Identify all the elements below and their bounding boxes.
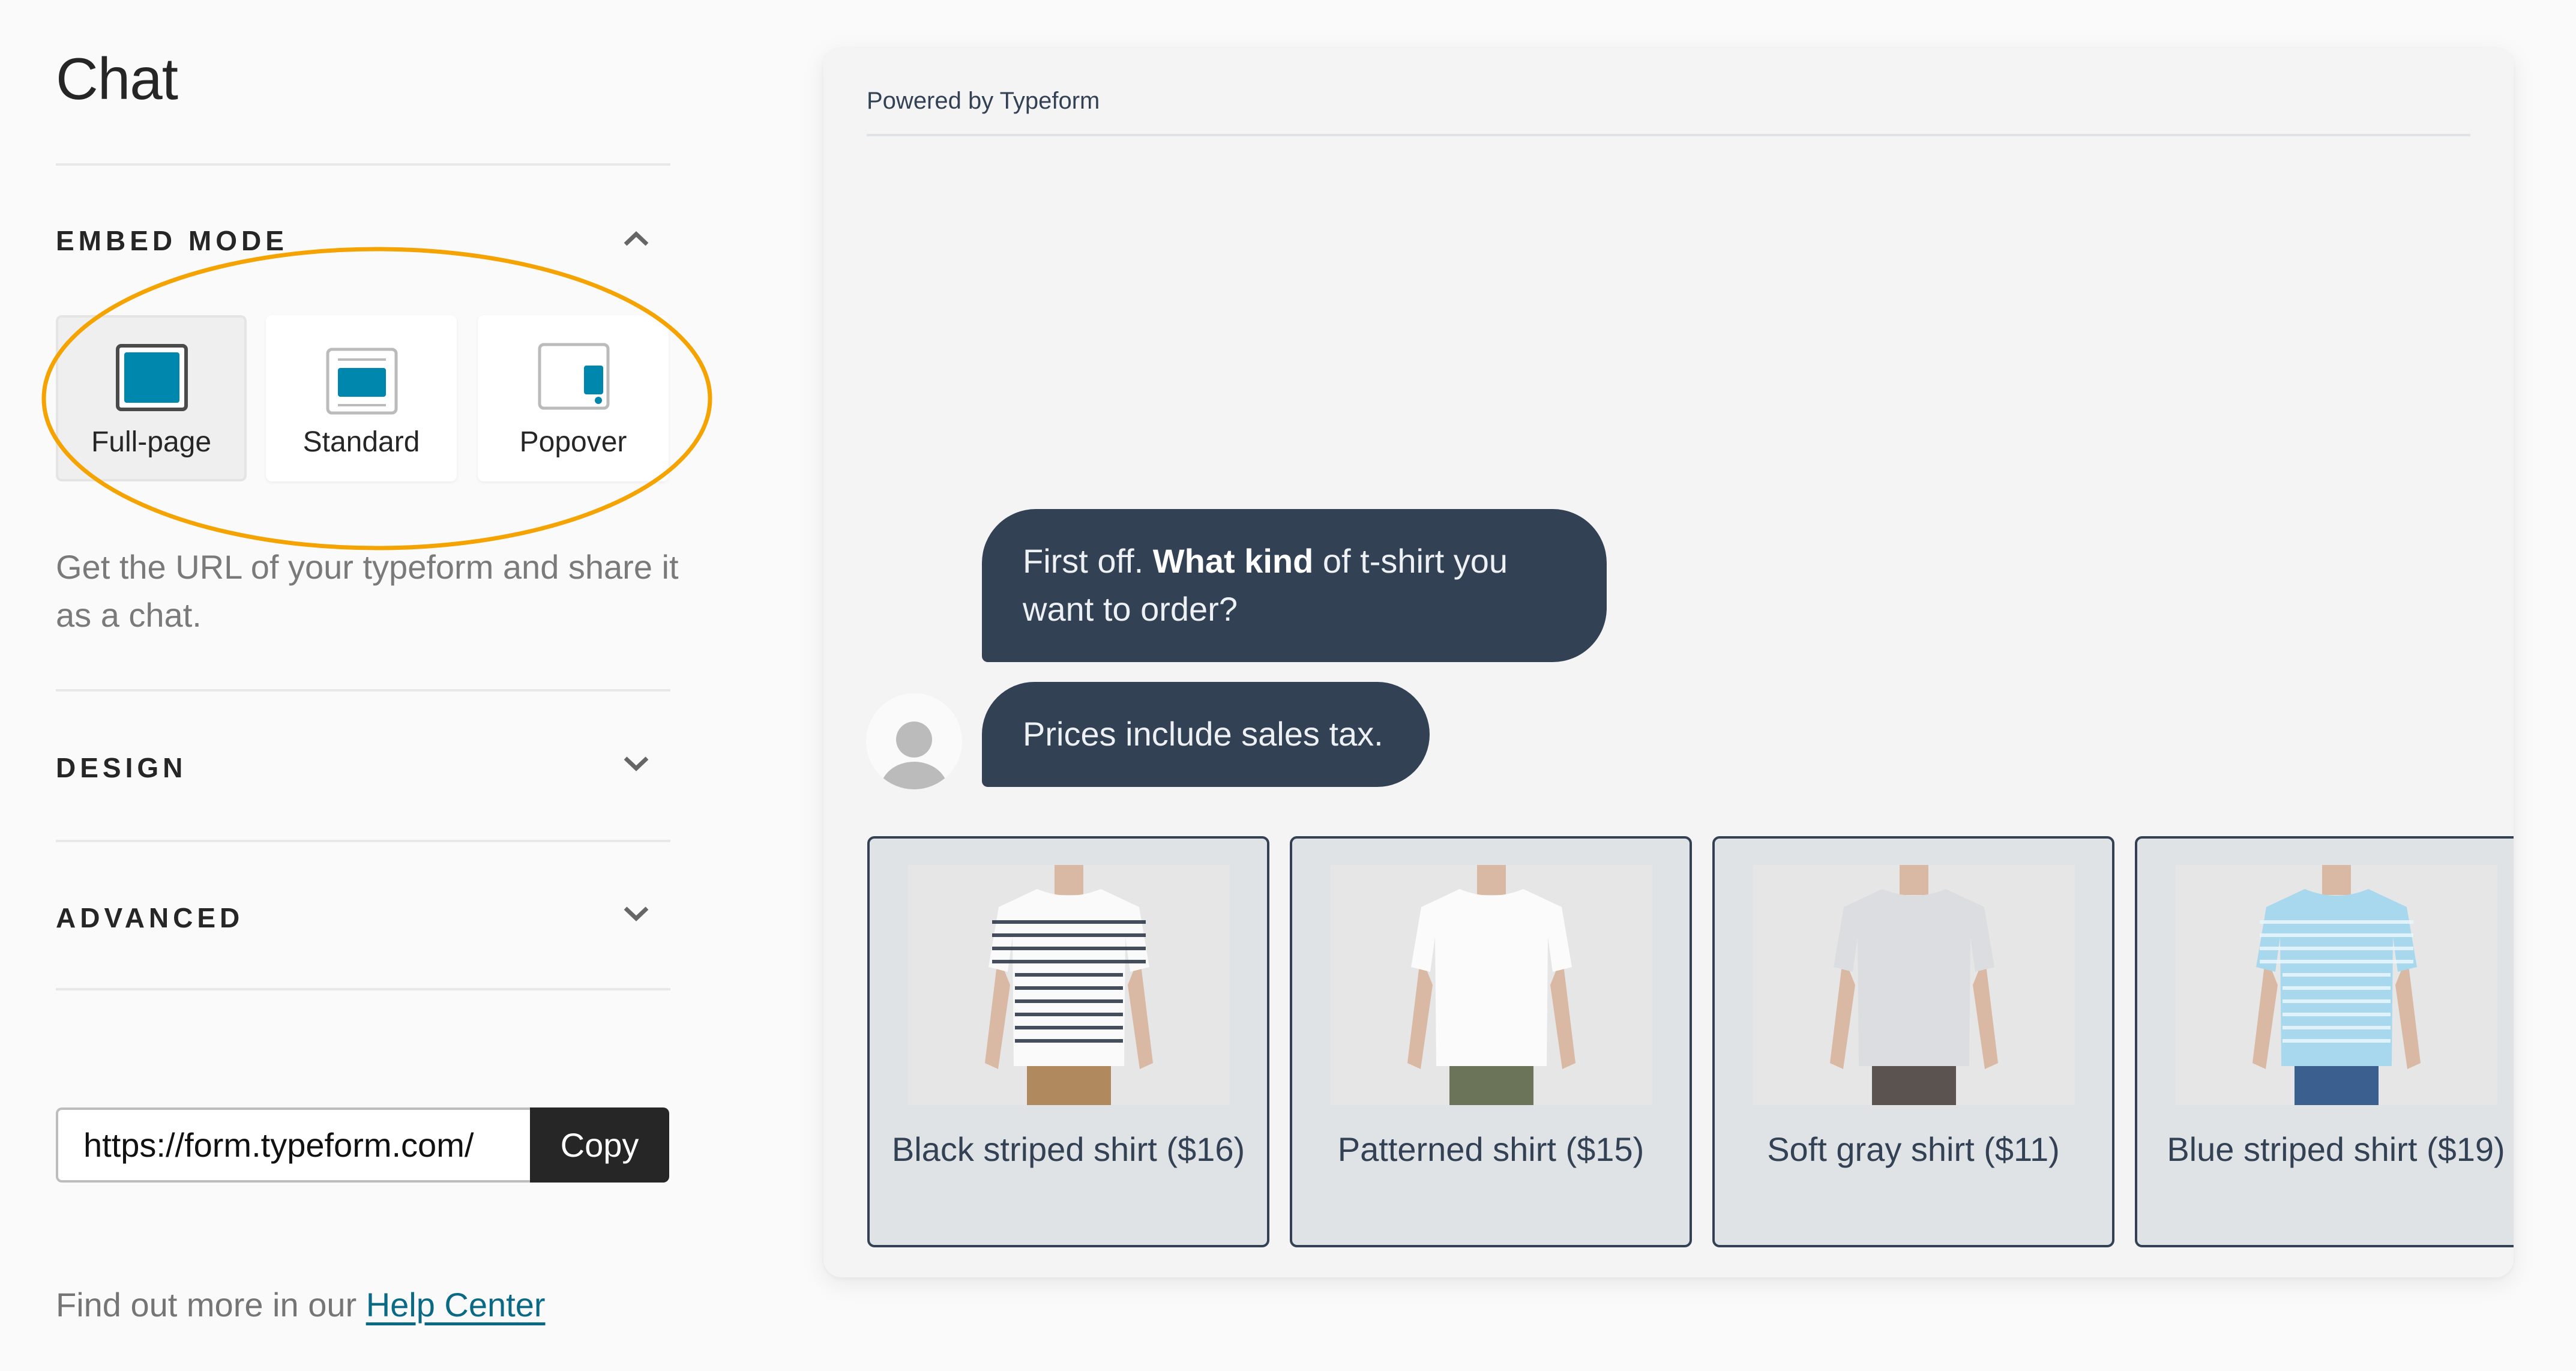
- help-prefix: Find out more in our: [56, 1286, 366, 1324]
- product-photo: [1753, 865, 2075, 1105]
- divider: [56, 689, 670, 692]
- choice-carousel: Black striped shirt ($16) Patterned shirt…: [867, 836, 2514, 1256]
- message-text: First off.: [1023, 542, 1153, 580]
- page-title: Chat: [56, 46, 178, 112]
- avatar-placeholder-icon: [866, 693, 962, 789]
- share-url-group: Copy: [56, 1107, 669, 1183]
- chat-message-bubble: Prices include sales tax.: [982, 682, 1430, 787]
- divider: [56, 840, 670, 842]
- chat-preview-panel: Powered by Typeform First off. What kind…: [823, 48, 2514, 1277]
- divider: [56, 163, 670, 166]
- preview-divider: [867, 134, 2470, 136]
- chevron-up-icon[interactable]: [622, 229, 651, 247]
- product-photo: [1331, 865, 1652, 1105]
- help-center-link[interactable]: Help Center: [366, 1286, 546, 1324]
- embed-mode-heading[interactable]: EMBED MODE: [56, 227, 288, 255]
- product-photo: [2176, 865, 2497, 1105]
- product-photo: [908, 865, 1230, 1105]
- embed-mode-description: Get the URL of your typeform and share i…: [56, 548, 679, 634]
- embed-option-label: Standard: [302, 426, 420, 458]
- divider: [56, 988, 670, 990]
- choice-label: Blue striped shirt ($19): [2167, 1130, 2505, 1168]
- full-page-mode-icon: [116, 344, 188, 411]
- copy-button[interactable]: Copy: [530, 1107, 669, 1183]
- design-heading[interactable]: DESIGN: [56, 754, 187, 782]
- chevron-down-icon[interactable]: [622, 905, 651, 923]
- embed-option-popover[interactable]: Popover: [478, 315, 669, 481]
- choice-card[interactable]: Patterned shirt ($15): [1290, 836, 1692, 1247]
- choice-card[interactable]: Black striped shirt ($16): [867, 836, 1269, 1247]
- embed-option-label: Popover: [519, 426, 627, 458]
- powered-by-label: Powered by Typeform: [867, 88, 1100, 114]
- embed-option-label: Full-page: [91, 426, 212, 458]
- popover-mode-icon: [538, 343, 610, 410]
- standard-mode-icon: [326, 348, 398, 415]
- share-url-input[interactable]: [56, 1107, 536, 1183]
- choice-label: Patterned shirt ($15): [1337, 1130, 1645, 1168]
- message-text: Prices include sales tax.: [1023, 715, 1383, 753]
- choice-label: Black striped shirt ($16): [891, 1130, 1245, 1168]
- chevron-down-icon[interactable]: [622, 755, 651, 773]
- advanced-heading[interactable]: ADVANCED: [56, 904, 244, 932]
- embed-option-full-page[interactable]: Full-page: [56, 315, 247, 481]
- chat-message-bubble: First off. What kind of t-shirt you want…: [982, 509, 1607, 662]
- choice-card[interactable]: Blue striped shirt ($19): [2135, 836, 2514, 1247]
- choice-card[interactable]: Soft gray shirt ($11): [1712, 836, 2114, 1247]
- embed-option-standard[interactable]: Standard: [266, 315, 457, 481]
- message-text-bold: What kind: [1152, 542, 1314, 580]
- choice-label: Soft gray shirt ($11): [1767, 1130, 2060, 1168]
- help-text: Find out more in our Help Center: [56, 1285, 546, 1325]
